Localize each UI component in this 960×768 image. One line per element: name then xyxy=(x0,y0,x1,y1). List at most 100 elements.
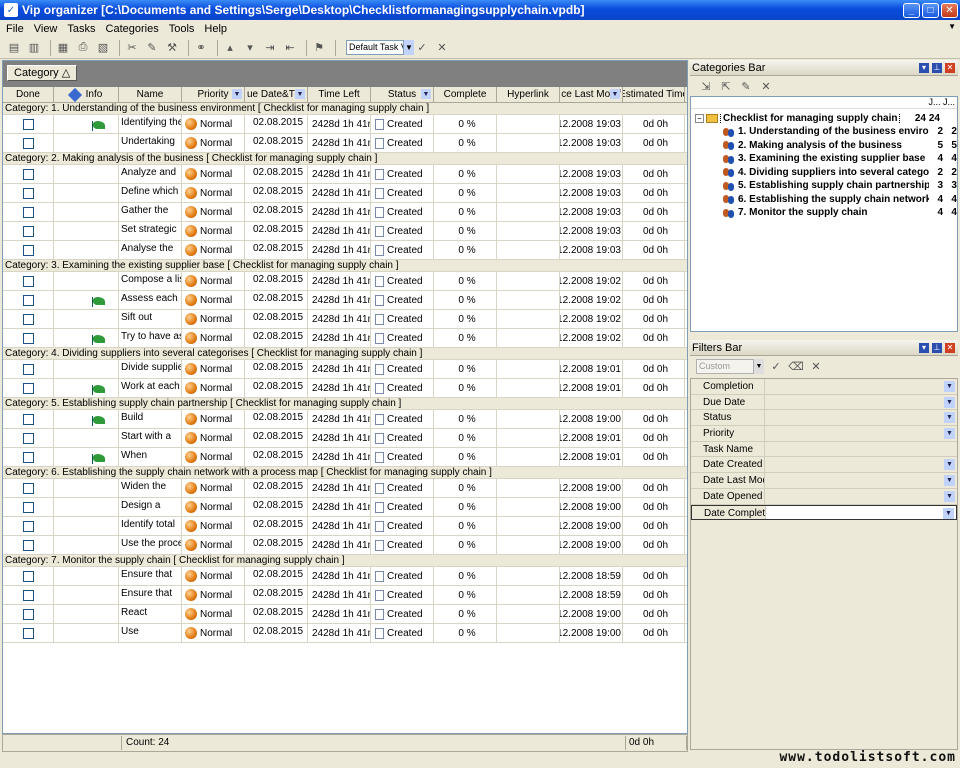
chevron-down-icon[interactable]: ▼ xyxy=(944,428,955,440)
table-row[interactable]: Ensure that Normal 02.08.2015 2428d 1h 41m C… xyxy=(3,586,687,605)
done-checkbox[interactable] xyxy=(22,206,34,218)
filter-row[interactable]: Completion ▼ xyxy=(691,379,957,395)
complete-value[interactable]: 0 % xyxy=(434,241,497,259)
indent-icon[interactable]: ⇥ xyxy=(262,40,278,56)
hyperlink-cell[interactable] xyxy=(497,586,560,604)
status-cell[interactable]: Created xyxy=(371,517,434,535)
save-icon[interactable]: ▦ xyxy=(55,40,71,56)
task-name[interactable]: Start with a xyxy=(119,429,182,447)
status-cell[interactable]: Created xyxy=(371,115,434,133)
category-group-row[interactable]: Category: 3. Examining the existing supp… xyxy=(3,260,687,272)
done-cell[interactable] xyxy=(3,517,54,535)
priority-cell[interactable]: Normal xyxy=(182,605,245,623)
column-header-status[interactable]: Status ▼ xyxy=(371,87,434,102)
done-checkbox[interactable] xyxy=(22,627,34,639)
done-cell[interactable] xyxy=(3,291,54,309)
hyperlink-cell[interactable] xyxy=(497,184,560,202)
move-up-icon[interactable]: ▴ xyxy=(222,40,238,56)
filter-row[interactable]: Date Created ▼ xyxy=(691,457,957,474)
chevron-down-icon[interactable]: ▼ xyxy=(295,89,305,99)
priority-cell[interactable]: Normal xyxy=(182,567,245,585)
status-cell[interactable]: Created xyxy=(371,310,434,328)
apply-filter-icon[interactable]: ✓ xyxy=(768,358,784,374)
category-tree-item[interactable]: 6. Establishing the supply chain network… xyxy=(691,193,957,207)
hyperlink-cell[interactable] xyxy=(497,222,560,240)
table-row[interactable]: Widen the Normal 02.08.2015 2428d 1h 41m Cre… xyxy=(3,479,687,498)
tools-icon[interactable]: ⚒ xyxy=(164,40,180,56)
complete-value[interactable]: 0 % xyxy=(434,222,497,240)
status-cell[interactable]: Created xyxy=(371,586,434,604)
table-row[interactable]: Use the process Normal 02.08.20152428d 1h … xyxy=(3,536,687,555)
category-tree-item[interactable]: 4. Dividing suppliers into several categ… xyxy=(691,166,957,180)
new-note-icon[interactable]: ▥ xyxy=(26,40,42,56)
delete-category-icon[interactable]: ✕ xyxy=(758,78,774,94)
complete-value[interactable]: 0 % xyxy=(434,605,497,623)
cut-icon[interactable]: ✂ xyxy=(124,40,140,56)
edit-icon[interactable]: ✎ xyxy=(144,40,160,56)
task-name[interactable]: Analyze and xyxy=(119,165,182,183)
task-name[interactable]: Define which xyxy=(119,184,182,202)
table-row[interactable]: Use Normal 02.08.2015 2428d 1h 41m Created 0 … xyxy=(3,624,687,643)
task-name[interactable]: Sift out xyxy=(119,310,182,328)
column-header-last-modified[interactable]: ce Last Modif ▼ xyxy=(560,87,623,102)
column-header-due-date[interactable]: ue Date&Tim ▼ xyxy=(245,87,308,102)
hyperlink-cell[interactable] xyxy=(497,241,560,259)
complete-value[interactable]: 0 % xyxy=(434,567,497,585)
done-checkbox[interactable] xyxy=(22,275,34,287)
filter-preset-select[interactable]: Custom ▼ xyxy=(696,358,764,374)
priority-cell[interactable]: Normal xyxy=(182,360,245,378)
category-group-row[interactable]: Category: 1. Understanding of the busine… xyxy=(3,103,687,115)
done-checkbox[interactable] xyxy=(22,363,34,375)
done-cell[interactable] xyxy=(3,134,54,152)
table-row[interactable]: Design a Normal 02.08.2015 2428d 1h 41m Crea… xyxy=(3,498,687,517)
hyperlink-cell[interactable] xyxy=(497,165,560,183)
outdent-icon[interactable]: ⇤ xyxy=(282,40,298,56)
category-group-row[interactable]: Category: 2. Making analysis of the busi… xyxy=(3,153,687,165)
complete-value[interactable]: 0 % xyxy=(434,429,497,447)
collapse-icon[interactable]: − xyxy=(695,113,704,123)
category-group-row[interactable]: Category: 4. Dividing suppliers into sev… xyxy=(3,348,687,360)
task-name[interactable]: Use the process xyxy=(119,536,182,554)
menu-overflow-icon[interactable]: ▼ xyxy=(948,22,956,31)
chevron-down-icon[interactable]: ▼ xyxy=(944,490,955,502)
hyperlink-cell[interactable] xyxy=(497,203,560,221)
delete-filter-icon[interactable]: ✕ xyxy=(808,358,824,374)
chevron-down-icon[interactable]: ▼ xyxy=(404,40,414,55)
task-name[interactable]: Gather the xyxy=(119,203,182,221)
priority-cell[interactable]: Normal xyxy=(182,498,245,516)
filter-row[interactable]: Date Opened ▼ xyxy=(691,488,957,505)
done-checkbox[interactable] xyxy=(22,244,34,256)
due-date[interactable]: 02.08.2015 xyxy=(245,567,308,585)
status-cell[interactable]: Created xyxy=(371,624,434,642)
column-header-hyperlink[interactable]: Hyperlink xyxy=(497,87,560,102)
table-row[interactable]: Undertaking Normal 02.08.2015 2428d 1h 41m C… xyxy=(3,134,687,153)
complete-value[interactable]: 0 % xyxy=(434,448,497,466)
clear-filter-icon[interactable]: ⌫ xyxy=(788,358,804,374)
status-cell[interactable]: Created xyxy=(371,479,434,497)
filter-row[interactable]: Task Name xyxy=(691,441,957,458)
menu-file[interactable]: File xyxy=(6,23,24,35)
task-name[interactable]: React xyxy=(119,605,182,623)
pin-icon[interactable]: ⊥ xyxy=(932,342,942,353)
delete-view-icon[interactable]: ✕ xyxy=(434,40,450,56)
done-cell[interactable] xyxy=(3,498,54,516)
due-date[interactable]: 02.08.2015 xyxy=(245,115,308,133)
hyperlink-cell[interactable] xyxy=(497,410,560,428)
hyperlink-cell[interactable] xyxy=(497,536,560,554)
priority-cell[interactable]: Normal xyxy=(182,310,245,328)
task-name[interactable]: Set strategic xyxy=(119,222,182,240)
task-name[interactable]: Assess each of xyxy=(119,291,182,309)
close-icon[interactable]: ✕ xyxy=(945,62,955,73)
add-subcategory-icon[interactable]: ⇱ xyxy=(718,78,734,94)
edit-category-icon[interactable]: ✎ xyxy=(738,78,754,94)
add-category-icon[interactable]: ⇲ xyxy=(698,78,714,94)
complete-value[interactable]: 0 % xyxy=(434,498,497,516)
complete-value[interactable]: 0 % xyxy=(434,360,497,378)
hyperlink-cell[interactable] xyxy=(497,360,560,378)
done-cell[interactable] xyxy=(3,184,54,202)
priority-cell[interactable]: Normal xyxy=(182,272,245,290)
due-date[interactable]: 02.08.2015 xyxy=(245,536,308,554)
chevron-down-icon[interactable]: ▼ xyxy=(944,459,955,471)
done-cell[interactable] xyxy=(3,605,54,623)
done-checkbox[interactable] xyxy=(22,608,34,620)
